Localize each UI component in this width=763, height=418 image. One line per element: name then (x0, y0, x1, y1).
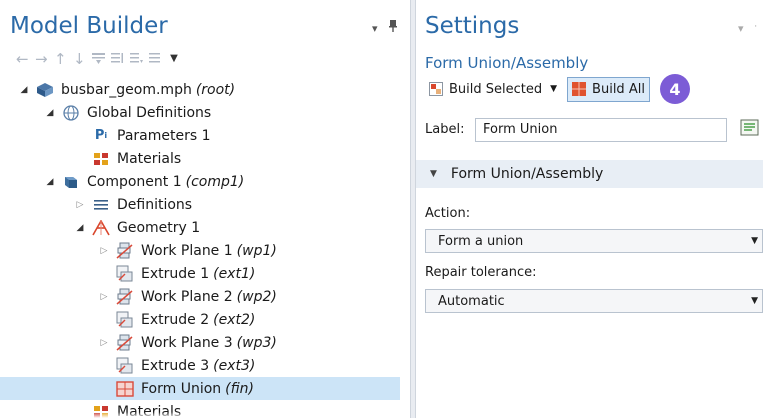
parameters-icon: Pi (94, 128, 108, 143)
tree-node-definitions[interactable]: ▷ Definitions (74, 193, 196, 216)
move-down-icon[interactable]: ↓ (73, 50, 86, 68)
extrude-icon (116, 265, 134, 283)
label-input[interactable]: Form Union (475, 118, 727, 142)
work-plane-icon (116, 288, 134, 306)
tree-node-extrude-2[interactable]: Extrude 2 (ext2) (98, 308, 255, 331)
back-arrow-icon[interactable]: ← (16, 50, 29, 68)
build-toolbar: Build Selected ▼ Build All 4 (425, 74, 690, 104)
build-all-button[interactable]: Build All (567, 76, 650, 102)
repair-tolerance-select[interactable]: Automatic ▼ (425, 289, 763, 313)
form-union-icon (116, 380, 134, 398)
extrude-icon (116, 311, 134, 329)
work-plane-icon (116, 334, 134, 352)
repair-tolerance-caption: Repair tolerance: (425, 265, 537, 280)
forward-arrow-icon[interactable]: → (35, 50, 48, 68)
chevron-down-icon: ▼ (751, 236, 758, 246)
tree-node-materials-global[interactable]: Materials (74, 147, 185, 170)
build-selected-dropdown-icon[interactable]: ▼ (550, 84, 557, 94)
collapsed-arrow-icon[interactable]: ▷ (74, 200, 86, 210)
component-icon (62, 173, 80, 191)
comment-icon[interactable] (740, 119, 760, 143)
tree-node-work-plane-3[interactable]: ▷ Work Plane 3 (wp3) (98, 331, 277, 354)
pane-menu-icon[interactable]: ▾ (738, 22, 744, 35)
section-collapse-icon[interactable]: ▼ (430, 169, 437, 179)
globe-icon (62, 104, 80, 122)
expand-arrow-icon[interactable]: ◢ (44, 177, 56, 187)
step-badge: 4 (659, 74, 690, 104)
build-all-icon (572, 80, 587, 98)
tree-node-form-union[interactable]: Form Union (fin) (0, 377, 400, 400)
geometry-icon (92, 219, 110, 237)
expand-arrow-icon[interactable]: ◢ (18, 85, 30, 95)
expand-arrow-icon[interactable]: ◢ (44, 108, 56, 118)
show-more-icon[interactable] (92, 50, 105, 68)
collapse-sections-icon[interactable] (130, 50, 143, 68)
definitions-icon (92, 196, 110, 214)
work-plane-icon (116, 242, 134, 260)
collapsed-arrow-icon[interactable]: ▷ (98, 246, 110, 256)
collapsed-arrow-icon[interactable]: ▷ (98, 292, 110, 302)
model-builder-title: Model Builder (10, 13, 168, 39)
settings-title: Settings (425, 13, 520, 39)
tree-node-global-definitions[interactable]: ◢ Global Definitions (44, 101, 215, 124)
tree-node-work-plane-1[interactable]: ▷ Work Plane 1 (wp1) (98, 239, 277, 262)
tree-fade (0, 412, 410, 418)
tree-node-component[interactable]: ◢ Component 1 (comp1) (44, 170, 245, 193)
model-file-icon (36, 81, 54, 99)
expand-arrow-icon[interactable]: ◢ (74, 223, 86, 233)
tree-node-parameters[interactable]: Pi Parameters 1 (74, 124, 215, 147)
chevron-down-icon: ▼ (751, 296, 758, 306)
tree-node-extrude-1[interactable]: Extrude 1 (ext1) (98, 262, 255, 285)
build-selected-button[interactable]: Build Selected ▼ (425, 77, 561, 102)
extrude-icon (116, 357, 134, 375)
label-caption: Label: (425, 122, 465, 137)
tree-node-extrude-3[interactable]: Extrude 3 (ext3) (98, 354, 255, 377)
tree-node-geometry[interactable]: ◢ Geometry 1 (74, 216, 204, 239)
action-caption: Action: (425, 206, 471, 221)
settings-node-type: Form Union/Assembly (425, 54, 589, 72)
tree-node-root[interactable]: ◢ busbar_geom.mph (root) (18, 78, 236, 101)
collapsed-arrow-icon[interactable]: ▷ (98, 338, 110, 348)
materials-icon (92, 150, 110, 168)
model-builder-pane: Model Builder ▾ ← → ↑ ↓ ▼ ◢ busbar_geom.… (0, 0, 410, 418)
model-builder-toolbar: ← → ↑ ↓ ▼ (16, 50, 180, 68)
action-select[interactable]: Form a union ▼ (425, 229, 763, 253)
list-view-icon[interactable] (149, 50, 161, 68)
move-up-icon[interactable]: ↑ (54, 50, 67, 68)
build-selected-icon (429, 80, 443, 98)
pin-icon[interactable] (389, 20, 397, 35)
expand-sections-icon[interactable] (111, 50, 123, 68)
tree-node-work-plane-2[interactable]: ▷ Work Plane 2 (wp2) (98, 285, 277, 308)
toolbar-dropdown-icon[interactable]: ▼ (168, 50, 180, 68)
pin-icon[interactable]: ᐧ (754, 20, 757, 33)
pane-menu-icon[interactable]: ▾ (372, 22, 378, 35)
settings-pane: Settings ▾ ᐧ Form Union/Assembly Build S… (416, 0, 763, 418)
section-header-form-union[interactable]: ▼ Form Union/Assembly (416, 160, 763, 188)
